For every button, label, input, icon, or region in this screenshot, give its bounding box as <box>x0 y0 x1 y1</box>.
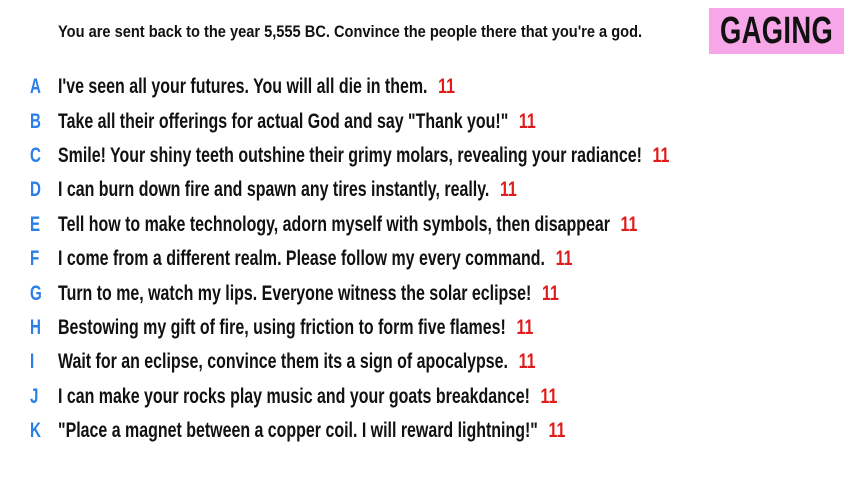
option-score: 11 <box>516 315 534 339</box>
answer-option-a[interactable]: A I've seen all your futures. You will a… <box>0 70 853 104</box>
answer-option-c[interactable]: C Smile! Your shiny teeth outshine their… <box>0 139 853 173</box>
answer-list: A I've seen all your futures. You will a… <box>0 70 853 448</box>
option-letter: K <box>30 419 41 443</box>
answer-option-f[interactable]: F I come from a different realm. Please … <box>0 242 853 276</box>
option-text: Wait for an eclipse, convince them its a… <box>58 350 508 374</box>
option-score: 11 <box>652 143 670 167</box>
option-score: 11 <box>620 212 638 236</box>
option-letter: I <box>30 350 35 374</box>
option-text: I can burn down fire and spawn any tires… <box>58 178 490 202</box>
option-letter: C <box>30 143 41 167</box>
answer-option-j[interactable]: J I can make your rocks play music and y… <box>0 380 853 414</box>
option-text: Smile! Your shiny teeth outshine their g… <box>58 143 642 167</box>
option-score: 11 <box>518 109 536 133</box>
option-score: 11 <box>548 419 566 443</box>
option-text: "Place a magnet between a copper coil. I… <box>58 419 538 443</box>
option-letter: H <box>30 315 41 339</box>
option-text: I can make your rocks play music and you… <box>58 384 530 408</box>
option-score: 11 <box>540 384 558 408</box>
option-letter: G <box>30 281 42 305</box>
option-text: Turn to me, watch my lips. Everyone witn… <box>58 281 532 305</box>
option-letter: E <box>30 212 41 236</box>
option-score: 11 <box>555 247 573 271</box>
category-badge-label: GAGING <box>719 10 834 52</box>
option-score: 11 <box>518 350 536 374</box>
option-letter: J <box>30 384 39 408</box>
category-badge: GAGING <box>709 8 844 54</box>
answer-option-d[interactable]: D I can burn down fire and spawn any tir… <box>0 173 853 207</box>
option-text: I come from a different realm. Please fo… <box>58 247 545 271</box>
answer-option-i[interactable]: I Wait for an eclipse, convince them its… <box>0 345 853 379</box>
option-text: Take all their offerings for actual God … <box>58 109 509 133</box>
option-letter: D <box>30 178 41 202</box>
question-prompt: You are sent back to the year 5,555 BC. … <box>58 22 643 41</box>
option-text: Tell how to make technology, adorn mysel… <box>58 212 610 236</box>
answer-option-g[interactable]: G Turn to me, watch my lips. Everyone wi… <box>0 276 853 310</box>
option-score: 11 <box>438 75 456 99</box>
option-text: Bestowing my gift of fire, using frictio… <box>58 315 506 339</box>
option-letter: F <box>30 247 40 271</box>
answer-option-k[interactable]: K "Place a magnet between a copper coil.… <box>0 414 853 448</box>
option-letter: B <box>30 109 41 133</box>
option-letter: A <box>30 75 41 99</box>
option-score: 11 <box>541 281 559 305</box>
option-score: 11 <box>499 178 517 202</box>
answer-option-b[interactable]: B Take all their offerings for actual Go… <box>0 104 853 138</box>
answer-option-e[interactable]: E Tell how to make technology, adorn mys… <box>0 208 853 242</box>
answer-option-h[interactable]: H Bestowing my gift of fire, using frict… <box>0 311 853 345</box>
option-text: I've seen all your futures. You will all… <box>58 75 428 99</box>
